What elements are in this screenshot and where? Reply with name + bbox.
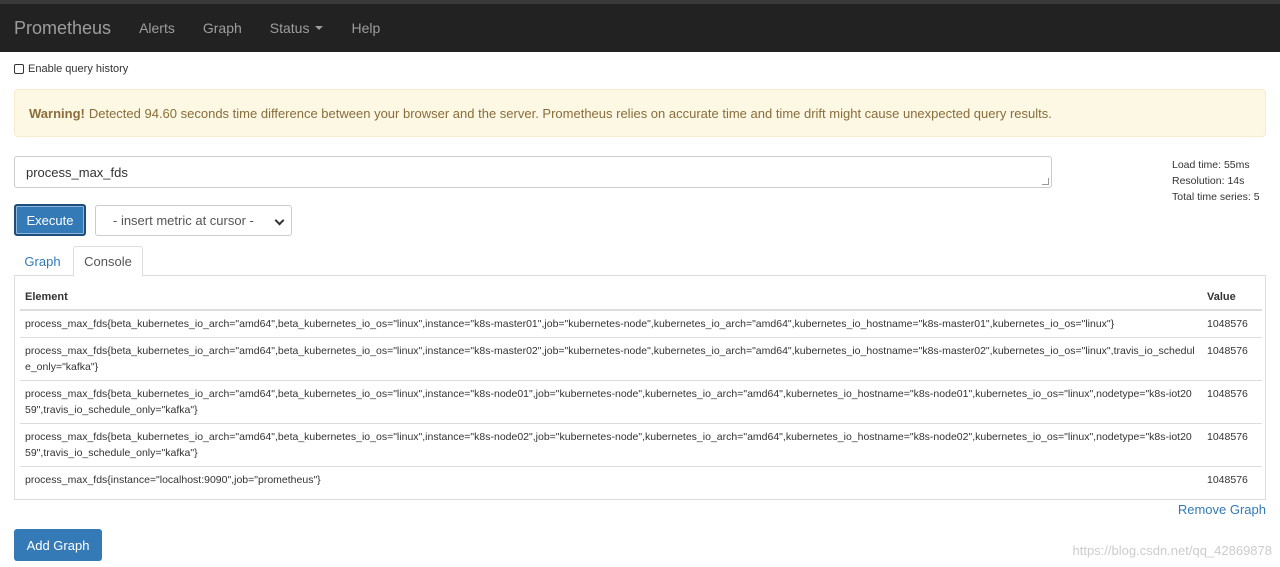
column-header-value: Value: [1202, 284, 1262, 311]
query-stats: Load time: 55ms Resolution: 14s Total ti…: [1172, 157, 1260, 205]
total-time-series: Total time series: 5: [1172, 191, 1260, 203]
nav-status-label: Status: [269, 20, 310, 36]
row-element: process_max_fds{beta_kubernetes_io_arch=…: [20, 423, 1202, 467]
chevron-down-icon: [274, 215, 285, 226]
watermark-text: https://blog.csdn.net/qq_42869878: [1072, 543, 1273, 558]
nav-help[interactable]: Help: [337, 20, 394, 36]
warning-title: Warning!: [29, 105, 85, 121]
table-row: process_max_fds{beta_kubernetes_io_arch=…: [20, 423, 1262, 467]
resolution: Resolution: 14s: [1172, 175, 1245, 187]
query-history-toggle[interactable]: Enable query history: [14, 63, 128, 75]
nav-status-dropdown[interactable]: Status: [256, 20, 338, 36]
add-graph-button[interactable]: Add Graph: [14, 529, 102, 561]
nav-graph[interactable]: Graph: [189, 20, 256, 36]
time-drift-warning: Warning! Detected 94.60 seconds time dif…: [14, 89, 1266, 137]
row-value: 1048576: [1202, 380, 1262, 424]
row-value: 1048576: [1202, 309, 1262, 338]
table-row: process_max_fds{beta_kubernetes_io_arch=…: [20, 380, 1262, 424]
row-element: process_max_fds{beta_kubernetes_io_arch=…: [20, 309, 1202, 338]
load-time: Load time: 55ms: [1172, 159, 1250, 171]
expression-input[interactable]: process_max_fds: [14, 156, 1052, 188]
row-value: 1048576: [1202, 423, 1262, 467]
caret-down-icon: [315, 26, 324, 30]
warning-message: Detected 94.60 seconds time difference b…: [88, 105, 1052, 121]
table-row: process_max_fds{beta_kubernetes_io_arch=…: [20, 309, 1262, 338]
row-value: 1048576: [1202, 466, 1262, 495]
table-row: process_max_fds{beta_kubernetes_io_arch=…: [20, 337, 1262, 381]
table-row: process_max_fds{instance="localhost:9090…: [20, 466, 1262, 495]
execute-button[interactable]: Execute: [14, 204, 86, 236]
expression-value: process_max_fds: [26, 165, 128, 180]
resize-handle-icon[interactable]: [1042, 178, 1049, 185]
insert-metric-selected: - insert metric at cursor -: [113, 213, 254, 228]
table-header-row: Element Value: [20, 284, 1262, 311]
remove-graph-link[interactable]: Remove Graph: [1178, 502, 1266, 517]
query-history-checkbox[interactable]: [14, 64, 24, 74]
row-value: 1048576: [1202, 337, 1262, 381]
column-header-element: Element: [20, 284, 1202, 311]
nav-alerts[interactable]: Alerts: [125, 20, 189, 36]
row-element: process_max_fds{beta_kubernetes_io_arch=…: [20, 380, 1202, 424]
insert-metric-select[interactable]: - insert metric at cursor -: [95, 205, 292, 236]
tab-graph[interactable]: Graph: [14, 246, 71, 276]
results-table: Element Value process_max_fds{beta_kuber…: [20, 284, 1262, 495]
query-history-label: Enable query history: [28, 63, 129, 75]
row-element: process_max_fds{instance="localhost:9090…: [20, 466, 1202, 495]
row-element: process_max_fds{beta_kubernetes_io_arch=…: [20, 337, 1202, 381]
console-panel: Element Value process_max_fds{beta_kuber…: [14, 275, 1266, 500]
result-tabs: Graph Console: [14, 246, 1266, 277]
tab-console[interactable]: Console: [73, 246, 143, 277]
top-navbar: Prometheus Alerts Graph Status Help: [0, 0, 1280, 52]
brand-link[interactable]: Prometheus: [14, 18, 111, 39]
